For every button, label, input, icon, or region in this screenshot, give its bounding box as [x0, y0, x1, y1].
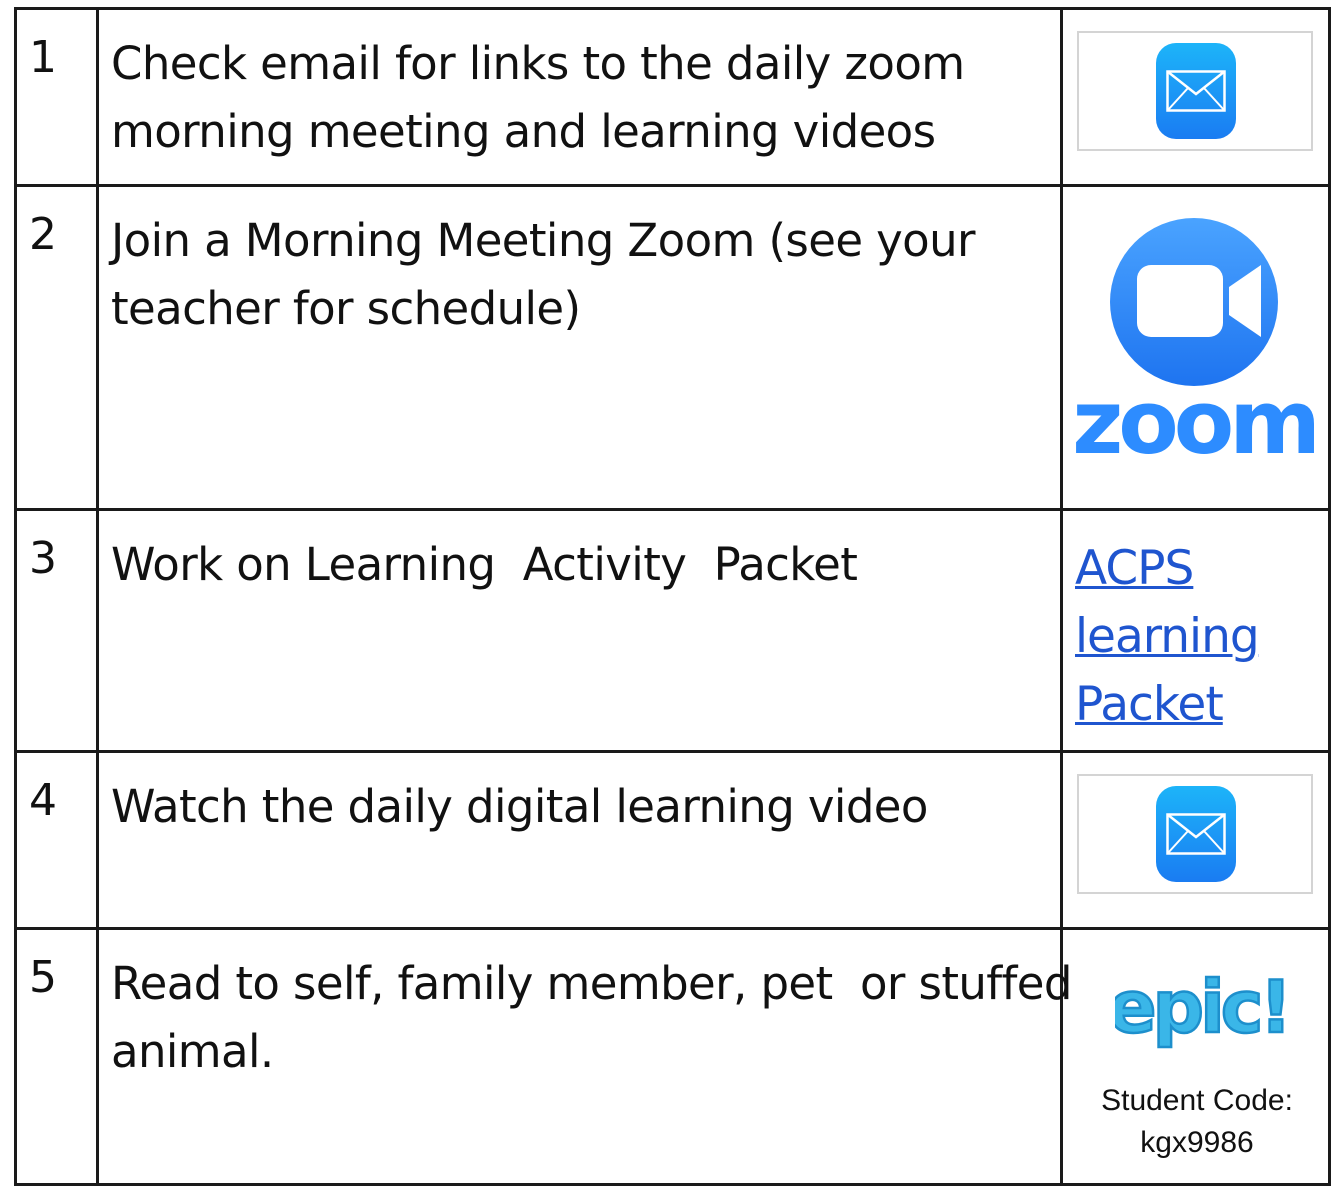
table-row: 5 Read to self, family member, pet or st… [14, 927, 1331, 1186]
table-row: 1 Check email for links to the daily zoo… [14, 7, 1331, 187]
task-description: Work on Learning Activity Packet [96, 508, 1063, 753]
zoom-logo[interactable]: zoom [1069, 195, 1319, 495]
acps-learning-packet-link[interactable]: ACPS learning Packet [1075, 535, 1260, 739]
task-description: Read to self, family member, pet or stuf… [96, 927, 1072, 1186]
resource-cell: zoom [1060, 184, 1331, 511]
student-code-label: Student Code: [1101, 1084, 1293, 1117]
resource-cell [1060, 7, 1331, 187]
mail-icon-frame [1077, 774, 1313, 894]
task-description: Watch the daily digital learning video [96, 750, 1063, 930]
task-text-line: Watch the daily digital learning video [111, 780, 928, 833]
epic-logo-text: epic! [1115, 965, 1285, 1049]
step-number: 4 [14, 750, 99, 930]
resource-cell: epic! Student Code: kgx9986 [1060, 927, 1331, 1186]
step-number: 1 [14, 7, 99, 187]
student-code-value: kgx9986 [1140, 1126, 1254, 1159]
task-text-line: Read to self, family member, pet or stuf… [111, 957, 1072, 1010]
daily-schedule-table: 1 Check email for links to the daily zoo… [14, 7, 1331, 1186]
mail-icon[interactable] [1156, 786, 1236, 882]
task-text-line: Work on Learning Activity Packet [111, 538, 858, 591]
task-text-line: animal. [111, 1025, 274, 1078]
task-description: Join a Morning Meeting Zoom (see your te… [96, 184, 1063, 511]
task-text-line: teacher for schedule) [111, 282, 581, 335]
step-number: 3 [14, 508, 99, 753]
step-number: 2 [14, 184, 99, 511]
task-text-line: morning meeting and learning videos [111, 105, 936, 158]
zoom-logo-text: zoom [1072, 371, 1316, 474]
epic-logo[interactable]: epic! [1115, 964, 1285, 1060]
mail-icon[interactable] [1156, 43, 1236, 139]
resource-cell: ACPS learning Packet [1060, 508, 1331, 753]
task-description: Check email for links to the daily zoom … [96, 7, 1063, 187]
table-row: 4 Watch the daily digital learning video [14, 750, 1331, 930]
link-text-line[interactable]: learning [1075, 603, 1260, 671]
step-number: 5 [14, 927, 99, 1186]
mail-icon-frame [1077, 31, 1313, 151]
student-code: Student Code: kgx9986 [1063, 1080, 1331, 1164]
link-text-line[interactable]: ACPS [1075, 535, 1259, 603]
table-row: 3 Work on Learning Activity Packet ACPS … [14, 508, 1331, 753]
resource-cell [1060, 750, 1331, 930]
link-text-line[interactable]: Packet [1075, 671, 1259, 739]
task-text-line: Check email for links to the daily zoom [111, 37, 965, 90]
table-row: 2 Join a Morning Meeting Zoom (see your … [14, 184, 1331, 511]
task-text-line: Join a Morning Meeting Zoom (see your [111, 214, 976, 267]
